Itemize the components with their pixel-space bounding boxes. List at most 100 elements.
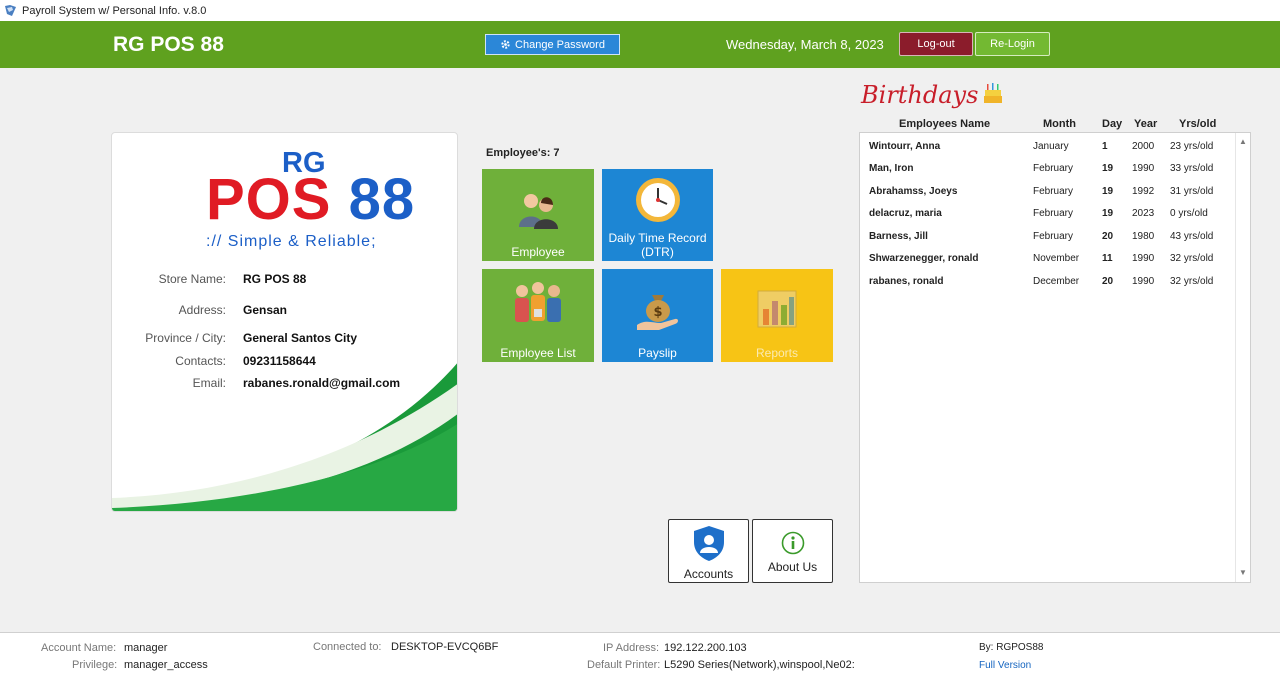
brand-title: RG POS 88 (113, 33, 224, 56)
row-year: 2000 (1132, 141, 1155, 152)
row-month: February (1033, 231, 1074, 242)
user-shield-icon (694, 526, 724, 561)
employee-tile[interactable]: Employee (482, 169, 594, 261)
row-name: Wintourr, Anna (869, 141, 941, 152)
employee-icon (519, 194, 558, 229)
employee-tile-label: Employee (511, 245, 565, 259)
row-age: 31 yrs/old (1170, 186, 1214, 197)
row-year: 2023 (1132, 208, 1155, 219)
row-day: 20 (1102, 231, 1114, 242)
logout-button[interactable]: Log-out (899, 32, 973, 56)
dtr-tile-label-line2: (DTR) (641, 245, 674, 259)
list-item[interactable]: rabanes, ronald December 20 1990 32 yrs/… (860, 273, 1236, 291)
employee-list-tile[interactable]: Employee List (482, 269, 594, 362)
birthdays-title: Birthdays (861, 81, 979, 109)
about-us-label: About Us (767, 560, 818, 574)
col-header-name[interactable]: Employees Name (899, 118, 990, 130)
reports-tile-label: Reports (755, 346, 799, 360)
store-name-value: RG POS 88 (243, 272, 307, 286)
row-day: 19 (1102, 208, 1114, 219)
list-item[interactable]: Barness, Jill February 20 1980 43 yrs/ol… (860, 228, 1236, 246)
row-year: 1990 (1132, 163, 1155, 174)
row-name: Shwarzenegger, ronald (869, 253, 979, 264)
row-age: 23 yrs/old (1170, 141, 1214, 152)
payslip-tile-label: Payslip (638, 346, 677, 360)
row-name: Abrahamss, Joeys (869, 186, 958, 197)
bar-chart-icon (757, 290, 797, 328)
money-bag-hand-icon: $ (636, 295, 678, 330)
privilege-value: manager_access (124, 659, 208, 671)
connected-to-value: DESKTOP-EVCQ6BF (391, 641, 499, 653)
full-version-link[interactable]: Full Version (979, 660, 1031, 671)
row-age: 43 yrs/old (1170, 231, 1214, 242)
list-item[interactable]: Wintourr, Anna January 1 2000 23 yrs/old (860, 138, 1236, 156)
row-month: November (1033, 253, 1080, 264)
row-age: 33 yrs/old (1170, 163, 1214, 174)
current-date: Wednesday, March 8, 2023 (726, 37, 884, 52)
top-header: RG POS 88 Change Password Wednesday, Mar… (0, 21, 1280, 68)
card-green-wave (112, 363, 457, 511)
dtr-tile-label-line1: Daily Time Record (608, 231, 707, 245)
col-header-day[interactable]: Day (1102, 118, 1122, 130)
logo-pos-text: POS (206, 167, 332, 232)
change-password-label: Change Password (515, 38, 605, 51)
gear-icon (501, 40, 510, 49)
group-icon (515, 282, 561, 322)
scroll-down-icon[interactable]: ▼ (1236, 566, 1250, 580)
birthdays-scrollbar[interactable]: ▲ ▼ (1235, 133, 1250, 582)
row-month: December (1033, 276, 1080, 287)
about-us-button[interactable]: About Us (752, 519, 833, 583)
row-year: 1992 (1132, 186, 1155, 197)
logo-tagline: :// Simple & Reliable; (206, 233, 377, 250)
reports-tile[interactable]: Reports (721, 269, 833, 362)
payslip-tile[interactable]: $ Payslip (602, 269, 713, 362)
relogin-button[interactable]: Re-Login (975, 32, 1050, 56)
account-name-value: manager (124, 642, 168, 654)
list-item[interactable]: delacruz, maria February 19 2023 0 yrs/o… (860, 205, 1236, 223)
store-info-card: RG POS 88 :// Simple & Reliable; Store N… (111, 132, 458, 512)
row-name: Barness, Jill (869, 231, 928, 242)
list-item[interactable]: Abrahamss, Joeys February 19 1992 31 yrs… (860, 183, 1236, 201)
row-day: 20 (1102, 276, 1114, 287)
row-year: 1990 (1132, 276, 1155, 287)
row-month: February (1033, 208, 1074, 219)
clock-icon (635, 178, 680, 222)
ip-address-label: IP Address: (603, 642, 660, 654)
author-credit: By: RGPOS88 (979, 642, 1044, 653)
store-name-label: Store Name: (158, 272, 226, 286)
row-month: February (1033, 186, 1074, 197)
list-item[interactable]: Shwarzenegger, ronald November 11 1990 3… (860, 250, 1236, 268)
app-icon (5, 5, 16, 16)
col-header-age[interactable]: Yrs/old (1179, 118, 1216, 130)
row-day: 19 (1102, 163, 1114, 174)
row-name: rabanes, ronald (869, 276, 944, 287)
connected-to-label: Connected to: (313, 641, 382, 653)
account-name-label: Account Name: (41, 642, 117, 654)
address-value: Gensan (243, 303, 288, 317)
status-bar: Account Name: manager Privilege: manager… (0, 632, 1280, 681)
col-header-year[interactable]: Year (1134, 118, 1157, 130)
row-day: 11 (1102, 253, 1113, 264)
window-title: Payroll System w/ Personal Info. v.8.0 (22, 4, 207, 17)
privilege-label: Privilege: (72, 659, 118, 671)
birthday-cake-icon (984, 83, 1002, 103)
employee-count: Employee's: 7 (486, 147, 560, 159)
scroll-up-icon[interactable]: ▲ (1236, 135, 1250, 149)
row-name: delacruz, maria (869, 208, 942, 219)
accounts-button[interactable]: Accounts (668, 519, 749, 583)
birthdays-list[interactable]: Wintourr, Anna January 1 2000 23 yrs/old… (859, 132, 1251, 583)
default-printer-label: Default Printer: (587, 659, 661, 671)
row-month: January (1033, 141, 1069, 152)
row-age: 0 yrs/old (1170, 208, 1208, 219)
dtr-tile[interactable]: Daily Time Record (DTR) (602, 169, 713, 261)
row-day: 1 (1102, 141, 1108, 152)
default-printer-value: L5290 Series(Network),winspool,Ne02: (664, 659, 855, 671)
change-password-button[interactable]: Change Password (485, 34, 620, 55)
row-name: Man, Iron (869, 163, 914, 174)
province-city-label: Province / City: (145, 331, 226, 345)
row-age: 32 yrs/old (1170, 253, 1214, 264)
col-header-month[interactable]: Month (1043, 118, 1076, 130)
info-icon (781, 531, 805, 555)
list-item[interactable]: Man, Iron February 19 1990 33 yrs/old (860, 160, 1236, 178)
logo-88-text: 88 (348, 167, 416, 232)
